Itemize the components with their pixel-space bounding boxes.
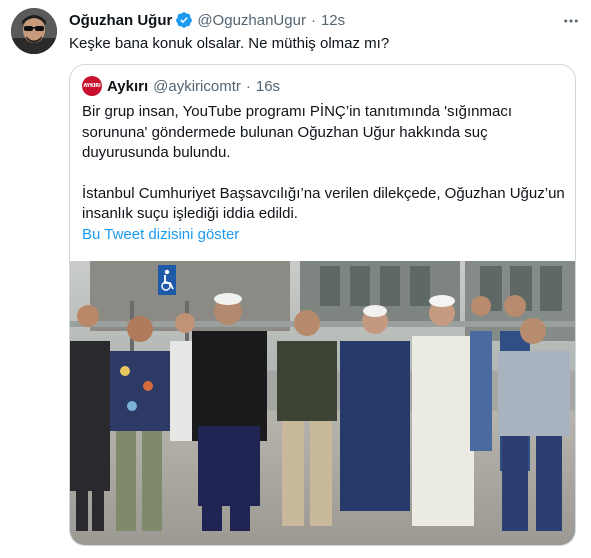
- author-avatar[interactable]: [11, 8, 57, 54]
- quoted-author-avatar: AYKIRI: [82, 76, 102, 96]
- quoted-author-handle: @aykiricomtr: [153, 77, 241, 95]
- quoted-text-line: sorununa' göndermede bulunan Oğuzhan Uğu…: [82, 123, 488, 141]
- quoted-tweet-photo[interactable]: [70, 261, 575, 545]
- verified-badge-icon: [175, 11, 193, 29]
- quoted-tweet-timestamp: 16s: [255, 77, 281, 95]
- quoted-text-line: insanlık suçu işlediği iddia edildi.: [82, 205, 298, 222]
- quoted-tweet[interactable]: AYKIRI Aykırı @aykiricomtr · 16s Bir gru…: [69, 64, 576, 546]
- accessibility-sign-icon: [158, 265, 176, 295]
- tweet-timestamp[interactable]: 12s: [321, 12, 345, 29]
- quoted-text-line: duyurusunda bulundu.: [82, 144, 231, 161]
- author-handle[interactable]: @OguzhanUgur: [197, 12, 306, 29]
- quoted-text-line: İstanbul Cumhuriyet Başsavcılığı’na veri…: [82, 184, 565, 202]
- tweet-text: Keşke bana konuk olsalar. Ne müthiş olma…: [69, 35, 390, 52]
- tweet[interactable]: Oğuzhan Uğur @OguzhanUgur · 12s Keşke ba…: [0, 0, 591, 558]
- show-thread-link[interactable]: Bu Tweet dizisini göster: [82, 226, 239, 243]
- separator-dot: ·: [310, 11, 316, 29]
- quoted-author-name: Aykırı: [107, 77, 149, 95]
- separator-dot: ·: [245, 77, 251, 95]
- quoted-text-line: Bir grup insan, YouTube programı PİNÇ’in…: [82, 103, 513, 120]
- more-options-icon[interactable]: [561, 11, 581, 31]
- quoted-tweet-text: Bir grup insan, YouTube programı PİNÇ’in…: [82, 102, 572, 225]
- quoted-tweet-header: AYKIRI Aykırı @aykiricomtr · 16s: [82, 76, 280, 96]
- author-name[interactable]: Oğuzhan Uğur: [69, 12, 172, 29]
- tweet-header: Oğuzhan Uğur @OguzhanUgur · 12s: [69, 10, 345, 30]
